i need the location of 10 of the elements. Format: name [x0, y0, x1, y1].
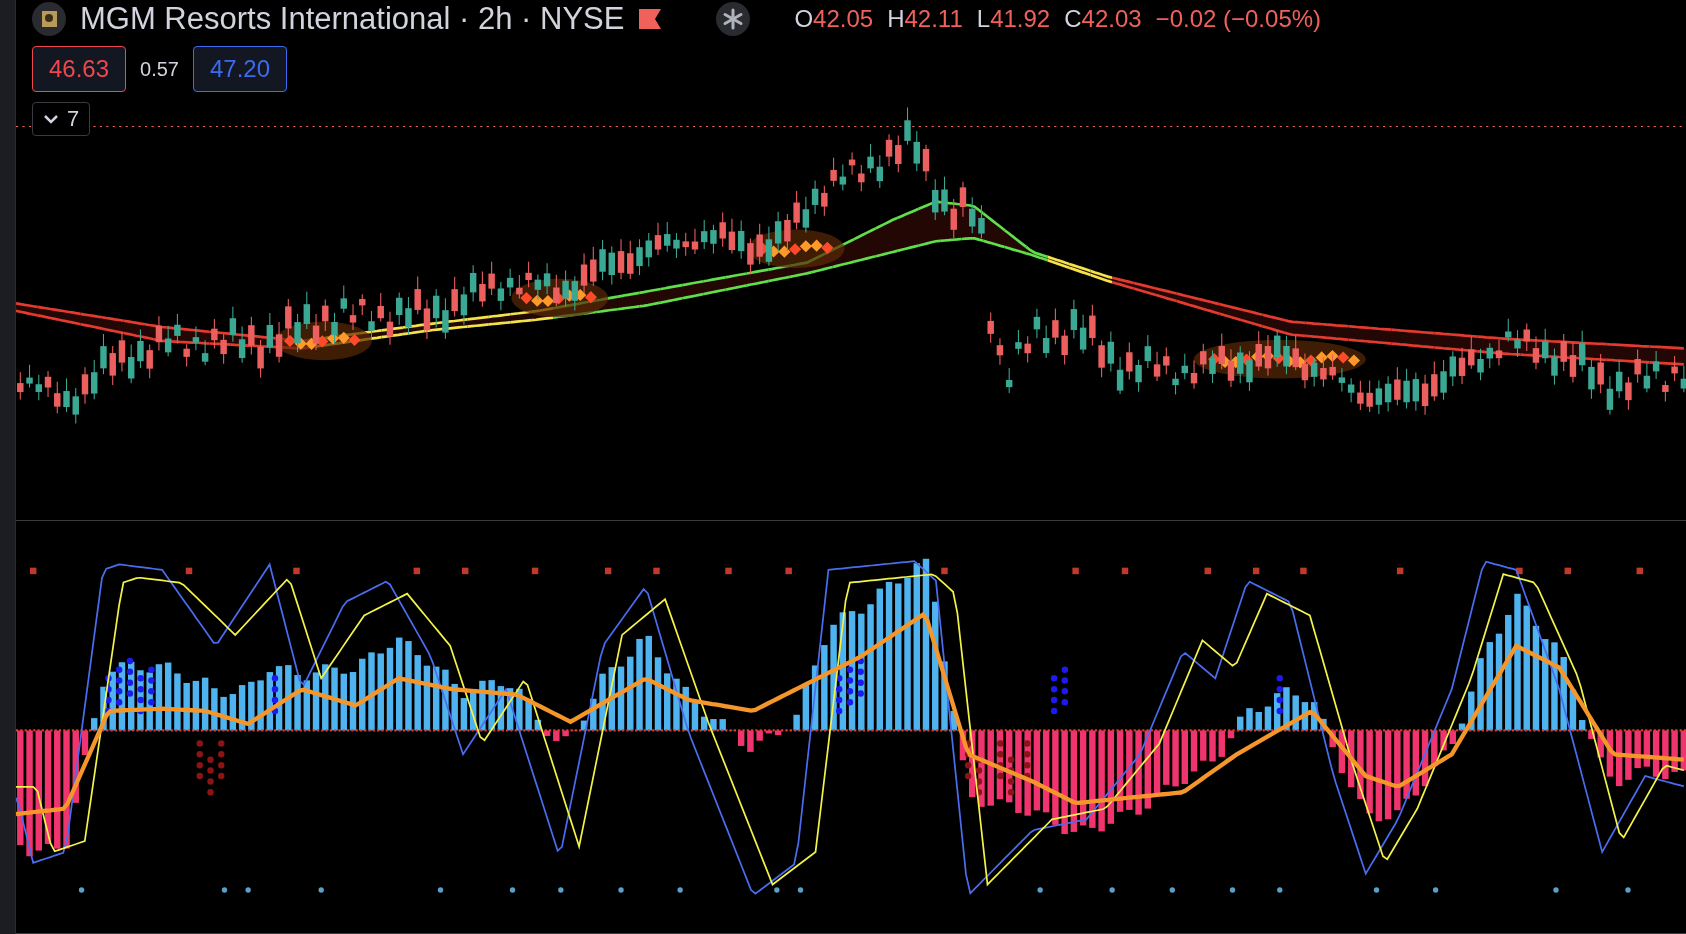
ohlc-value: L41.92 [976, 5, 1051, 33]
ohlc-value: H42.11 [887, 5, 963, 33]
symbol-title: MGM Resorts International · 2h · NYSE [80, 1, 625, 37]
spread-value: 0.57 [140, 57, 179, 81]
buy-price-button[interactable]: 47.20 [193, 46, 288, 92]
sell-price-button[interactable]: 46.63 [32, 46, 127, 92]
ohlc-value: O42.05 [794, 5, 874, 33]
price-change: −0.02 (−0.05%) [1155, 5, 1322, 33]
indicators-toggle-button[interactable]: 7 [32, 102, 91, 136]
ohlc-value: C42.03 [1064, 5, 1142, 33]
